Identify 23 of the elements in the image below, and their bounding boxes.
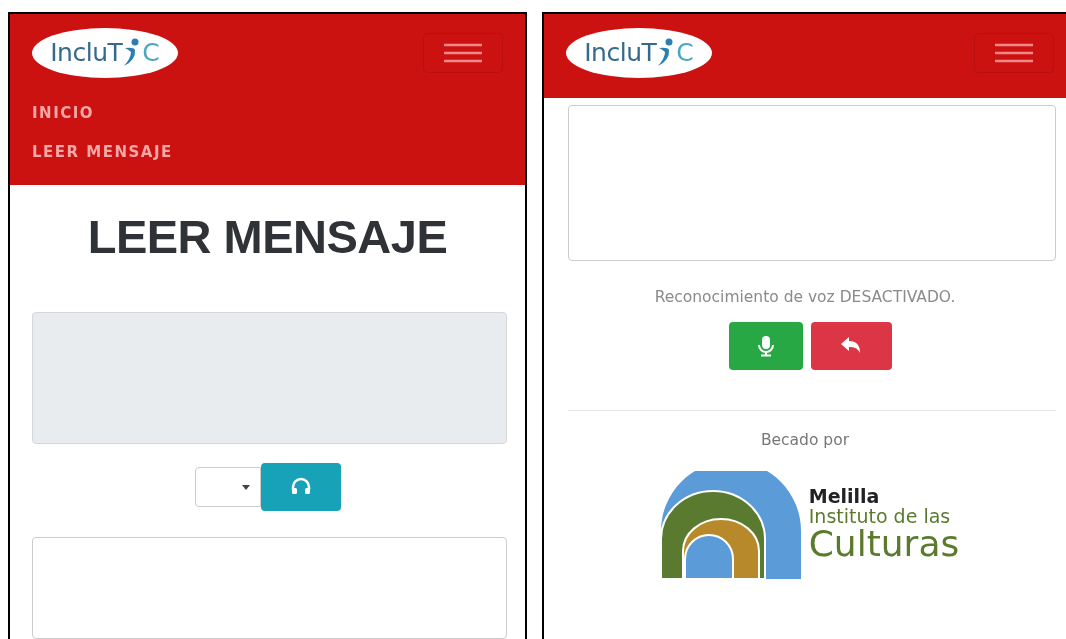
nav-link[interactable]: INICIO <box>10 94 525 133</box>
sponsor-name: Culturas <box>808 526 960 563</box>
dropdown-caret-icon <box>241 484 250 490</box>
sponsor-label: Becado por <box>759 430 851 452</box>
message-field[interactable] <box>568 105 1056 261</box>
logo-text: IncluT <box>50 37 123 70</box>
logo-text: C <box>142 37 160 70</box>
voice-select[interactable] <box>194 467 261 508</box>
back-button[interactable] <box>810 322 892 371</box>
voice-status-text: Reconocimiento de voz DESACTIVADO. <box>653 287 957 308</box>
microphone-button[interactable] <box>728 322 803 371</box>
menu-button[interactable] <box>423 33 503 73</box>
logo-text: C <box>676 37 694 70</box>
message-field[interactable] <box>32 537 507 639</box>
nav-link[interactable]: LEER MENSAJE <box>10 132 525 171</box>
menu-icon <box>444 43 482 63</box>
listen-button[interactable] <box>260 463 341 512</box>
sponsor-name: Instituto de las <box>808 505 952 527</box>
menu-icon <box>995 43 1033 63</box>
logo-text: IncluT <box>584 37 657 70</box>
sponsor-name: Melilla <box>808 486 881 506</box>
page-title: LEER MENSAJE <box>86 209 449 265</box>
menu-button[interactable] <box>974 33 1054 73</box>
